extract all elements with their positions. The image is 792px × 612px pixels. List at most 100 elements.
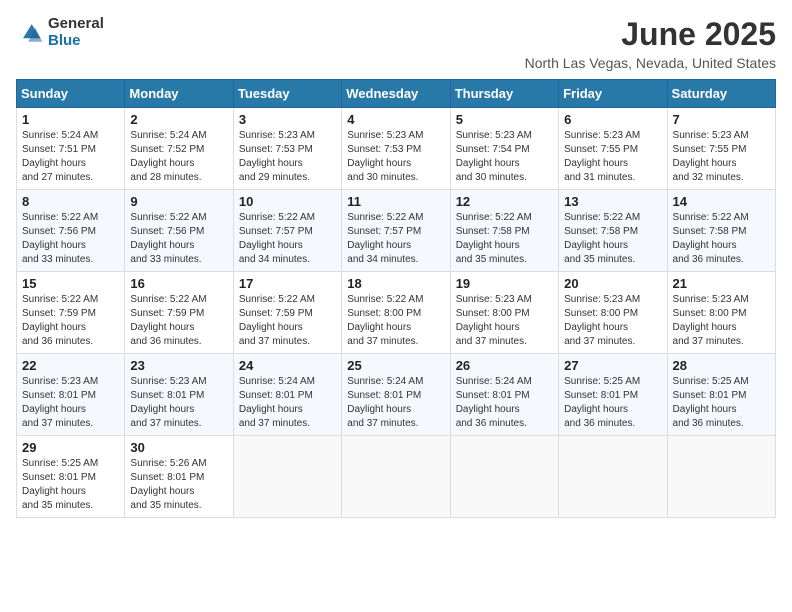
- calendar-cell: 17 Sunrise: 5:22 AMSunset: 7:59 PMDaylig…: [233, 272, 341, 354]
- day-number: 22: [22, 358, 119, 373]
- header-friday: Friday: [559, 80, 667, 108]
- calendar-cell: 22 Sunrise: 5:23 AMSunset: 8:01 PMDaylig…: [17, 354, 125, 436]
- day-info: Sunrise: 5:24 AMSunset: 7:51 PMDaylight …: [22, 130, 98, 183]
- calendar-cell: [667, 436, 775, 518]
- day-number: 18: [347, 276, 444, 291]
- day-info: Sunrise: 5:23 AMSunset: 8:01 PMDaylight …: [130, 376, 206, 429]
- day-info: Sunrise: 5:23 AMSunset: 7:53 PMDaylight …: [239, 130, 315, 183]
- calendar-cell: 3 Sunrise: 5:23 AMSunset: 7:53 PMDayligh…: [233, 108, 341, 190]
- week-row-5: 29 Sunrise: 5:25 AMSunset: 8:01 PMDaylig…: [17, 436, 776, 518]
- calendar-subtitle: North Las Vegas, Nevada, United States: [525, 55, 776, 71]
- day-number: 7: [673, 112, 770, 127]
- header-thursday: Thursday: [450, 80, 558, 108]
- day-number: 10: [239, 194, 336, 209]
- day-number: 20: [564, 276, 661, 291]
- calendar-cell: 2 Sunrise: 5:24 AMSunset: 7:52 PMDayligh…: [125, 108, 233, 190]
- day-number: 6: [564, 112, 661, 127]
- day-info: Sunrise: 5:22 AMSunset: 7:57 PMDaylight …: [347, 212, 423, 265]
- day-number: 19: [456, 276, 553, 291]
- header-monday: Monday: [125, 80, 233, 108]
- day-info: Sunrise: 5:23 AMSunset: 7:55 PMDaylight …: [564, 130, 640, 183]
- calendar-cell: 30 Sunrise: 5:26 AMSunset: 8:01 PMDaylig…: [125, 436, 233, 518]
- calendar-cell: 1 Sunrise: 5:24 AMSunset: 7:51 PMDayligh…: [17, 108, 125, 190]
- calendar-cell: [559, 436, 667, 518]
- week-row-3: 15 Sunrise: 5:22 AMSunset: 7:59 PMDaylig…: [17, 272, 776, 354]
- day-info: Sunrise: 5:24 AMSunset: 8:01 PMDaylight …: [456, 376, 532, 429]
- day-info: Sunrise: 5:22 AMSunset: 7:59 PMDaylight …: [239, 294, 315, 347]
- day-info: Sunrise: 5:22 AMSunset: 7:59 PMDaylight …: [130, 294, 206, 347]
- day-info: Sunrise: 5:24 AMSunset: 7:52 PMDaylight …: [130, 130, 206, 183]
- day-number: 26: [456, 358, 553, 373]
- calendar-title: June 2025: [525, 16, 776, 53]
- day-number: 13: [564, 194, 661, 209]
- calendar-cell: 14 Sunrise: 5:22 AMSunset: 7:58 PMDaylig…: [667, 190, 775, 272]
- day-info: Sunrise: 5:26 AMSunset: 8:01 PMDaylight …: [130, 458, 206, 511]
- day-info: Sunrise: 5:23 AMSunset: 7:55 PMDaylight …: [673, 130, 749, 183]
- week-row-4: 22 Sunrise: 5:23 AMSunset: 8:01 PMDaylig…: [17, 354, 776, 436]
- day-number: 9: [130, 194, 227, 209]
- calendar-cell: 7 Sunrise: 5:23 AMSunset: 7:55 PMDayligh…: [667, 108, 775, 190]
- day-info: Sunrise: 5:22 AMSunset: 7:56 PMDaylight …: [22, 212, 98, 265]
- day-info: Sunrise: 5:22 AMSunset: 7:57 PMDaylight …: [239, 212, 315, 265]
- day-number: 11: [347, 194, 444, 209]
- calendar-cell: 26 Sunrise: 5:24 AMSunset: 8:01 PMDaylig…: [450, 354, 558, 436]
- calendar-cell: [450, 436, 558, 518]
- header-saturday: Saturday: [667, 80, 775, 108]
- calendar-cell: 16 Sunrise: 5:22 AMSunset: 7:59 PMDaylig…: [125, 272, 233, 354]
- day-number: 14: [673, 194, 770, 209]
- day-info: Sunrise: 5:23 AMSunset: 8:00 PMDaylight …: [673, 294, 749, 347]
- day-number: 16: [130, 276, 227, 291]
- day-info: Sunrise: 5:23 AMSunset: 8:01 PMDaylight …: [22, 376, 98, 429]
- calendar-cell: 6 Sunrise: 5:23 AMSunset: 7:55 PMDayligh…: [559, 108, 667, 190]
- calendar-cell: 28 Sunrise: 5:25 AMSunset: 8:01 PMDaylig…: [667, 354, 775, 436]
- day-info: Sunrise: 5:23 AMSunset: 8:00 PMDaylight …: [456, 294, 532, 347]
- day-number: 2: [130, 112, 227, 127]
- weekday-header-row: Sunday Monday Tuesday Wednesday Thursday…: [17, 80, 776, 108]
- calendar-cell: 11 Sunrise: 5:22 AMSunset: 7:57 PMDaylig…: [342, 190, 450, 272]
- day-number: 27: [564, 358, 661, 373]
- day-info: Sunrise: 5:22 AMSunset: 7:56 PMDaylight …: [130, 212, 206, 265]
- day-info: Sunrise: 5:23 AMSunset: 8:00 PMDaylight …: [564, 294, 640, 347]
- calendar-cell: 15 Sunrise: 5:22 AMSunset: 7:59 PMDaylig…: [17, 272, 125, 354]
- day-number: 21: [673, 276, 770, 291]
- day-info: Sunrise: 5:23 AMSunset: 7:53 PMDaylight …: [347, 130, 423, 183]
- day-info: Sunrise: 5:25 AMSunset: 8:01 PMDaylight …: [673, 376, 749, 429]
- calendar-cell: 10 Sunrise: 5:22 AMSunset: 7:57 PMDaylig…: [233, 190, 341, 272]
- calendar-cell: 21 Sunrise: 5:23 AMSunset: 8:00 PMDaylig…: [667, 272, 775, 354]
- calendar-cell: 4 Sunrise: 5:23 AMSunset: 7:53 PMDayligh…: [342, 108, 450, 190]
- day-info: Sunrise: 5:24 AMSunset: 8:01 PMDaylight …: [239, 376, 315, 429]
- day-number: 12: [456, 194, 553, 209]
- calendar-cell: 24 Sunrise: 5:24 AMSunset: 8:01 PMDaylig…: [233, 354, 341, 436]
- calendar-table: Sunday Monday Tuesday Wednesday Thursday…: [16, 79, 776, 518]
- logo-general-text: General: [48, 16, 104, 33]
- day-info: Sunrise: 5:23 AMSunset: 7:54 PMDaylight …: [456, 130, 532, 183]
- day-number: 15: [22, 276, 119, 291]
- day-info: Sunrise: 5:24 AMSunset: 8:01 PMDaylight …: [347, 376, 423, 429]
- day-number: 24: [239, 358, 336, 373]
- calendar-cell: 5 Sunrise: 5:23 AMSunset: 7:54 PMDayligh…: [450, 108, 558, 190]
- calendar-cell: 19 Sunrise: 5:23 AMSunset: 8:00 PMDaylig…: [450, 272, 558, 354]
- day-info: Sunrise: 5:22 AMSunset: 7:58 PMDaylight …: [564, 212, 640, 265]
- page-header: General Blue June 2025 North Las Vegas, …: [16, 16, 776, 71]
- day-info: Sunrise: 5:22 AMSunset: 7:58 PMDaylight …: [456, 212, 532, 265]
- logo-blue-text: Blue: [48, 33, 104, 50]
- header-sunday: Sunday: [17, 80, 125, 108]
- calendar-cell: 27 Sunrise: 5:25 AMSunset: 8:01 PMDaylig…: [559, 354, 667, 436]
- day-number: 23: [130, 358, 227, 373]
- week-row-2: 8 Sunrise: 5:22 AMSunset: 7:56 PMDayligh…: [17, 190, 776, 272]
- title-block: June 2025 North Las Vegas, Nevada, Unite…: [525, 16, 776, 71]
- calendar-cell: 29 Sunrise: 5:25 AMSunset: 8:01 PMDaylig…: [17, 436, 125, 518]
- calendar-cell: 9 Sunrise: 5:22 AMSunset: 7:56 PMDayligh…: [125, 190, 233, 272]
- day-number: 1: [22, 112, 119, 127]
- calendar-cell: 8 Sunrise: 5:22 AMSunset: 7:56 PMDayligh…: [17, 190, 125, 272]
- day-number: 3: [239, 112, 336, 127]
- day-number: 17: [239, 276, 336, 291]
- day-info: Sunrise: 5:22 AMSunset: 8:00 PMDaylight …: [347, 294, 423, 347]
- header-tuesday: Tuesday: [233, 80, 341, 108]
- day-number: 8: [22, 194, 119, 209]
- week-row-1: 1 Sunrise: 5:24 AMSunset: 7:51 PMDayligh…: [17, 108, 776, 190]
- calendar-cell: [233, 436, 341, 518]
- header-wednesday: Wednesday: [342, 80, 450, 108]
- calendar-cell: 23 Sunrise: 5:23 AMSunset: 8:01 PMDaylig…: [125, 354, 233, 436]
- day-number: 30: [130, 440, 227, 455]
